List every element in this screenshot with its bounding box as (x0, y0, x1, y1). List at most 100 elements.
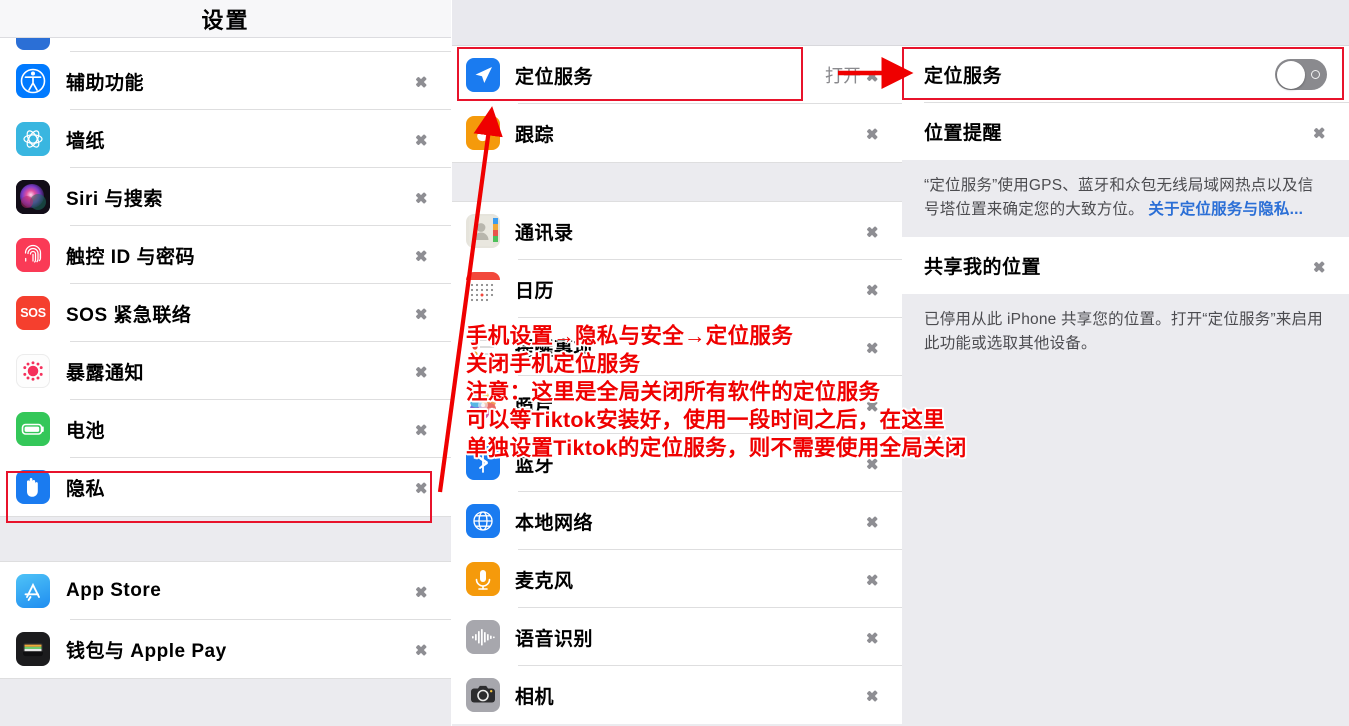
sidebar-item-label: 隐私 (66, 478, 106, 500)
middle-item-label: 相机 (515, 686, 555, 708)
annotation-line-1: 手机设置→隐私与安全→定位服务 (466, 324, 794, 348)
chevron-right-icon (416, 580, 429, 602)
accessibility-icon (16, 64, 50, 98)
sidebar-item-accessibility[interactable]: 辅助功能 (0, 52, 451, 110)
right-header-band (902, 0, 1349, 46)
sidebar-item-label: 触控 ID 与密码 (66, 246, 196, 268)
sidebar-item-label: Siri 与搜索 (66, 188, 163, 210)
about-location-privacy-link[interactable]: 关于定位服务与隐私... (1148, 201, 1303, 218)
sidebar-item-wallpaper[interactable]: 墙纸 (0, 110, 451, 168)
battery-icon (16, 412, 50, 446)
middle-item-label: 通讯录 (515, 222, 574, 244)
middle-group-1: 定位服务 打开 跟踪 (452, 46, 902, 162)
sidebar-partial-row[interactable] (0, 38, 451, 52)
sidebar-section-gap (0, 516, 451, 562)
speech-recognition-icon (466, 620, 500, 654)
chevron-right-icon (867, 626, 880, 648)
privacy-hand-icon (16, 470, 50, 504)
middle-item-microphone[interactable]: 麦克风 (452, 550, 902, 608)
middle-item-camera[interactable]: 相机 (452, 666, 902, 724)
chevron-right-icon (416, 302, 429, 324)
sidebar-item-label: 暴露通知 (66, 362, 145, 384)
sidebar-item-privacy[interactable]: 隐私 (0, 458, 451, 516)
location-services-row[interactable]: 定位服务 (902, 46, 1349, 103)
chevron-right-icon (416, 128, 429, 150)
local-network-icon (466, 504, 500, 538)
siri-icon (16, 180, 50, 214)
chevron-right-icon (867, 684, 880, 706)
chevron-right-icon (416, 186, 429, 208)
annotation-line-2: 关闭手机定位服务 (466, 352, 641, 376)
sidebar-item-exposure-notification[interactable]: 暴露通知 (0, 342, 451, 400)
sidebar-item-label: 电池 (66, 420, 106, 442)
chevron-right-icon (416, 638, 429, 660)
exposure-notification-icon (16, 354, 50, 388)
chevron-right-icon (1314, 121, 1327, 143)
tracking-icon (466, 116, 500, 150)
middle-item-tracking[interactable]: 跟踪 (452, 104, 902, 162)
middle-item-contacts[interactable]: 通讯录 (452, 202, 902, 260)
annotation-instructions: 手机设置→隐私与安全→定位服务 关闭手机定位服务 注意：这里是全局关闭所有软件的… (466, 322, 1166, 462)
wallpaper-icon (16, 122, 50, 156)
calendar-icon (466, 272, 500, 306)
sidebar-item-wallet-apple-pay[interactable]: 钱包与 Apple Pay (0, 620, 451, 678)
location-alerts-row[interactable]: 位置提醒 (902, 103, 1349, 160)
sidebar-group-1: 辅助功能 墙纸 Siri 与搜索 触控 ID 与密码 SOS SOS 紧急联络 … (0, 52, 451, 516)
annotation-line-5: 单独设置Tiktok的定位服务，则不需要使用全局关闭 (466, 436, 967, 460)
chevron-right-icon (867, 64, 880, 86)
location-alerts-label: 位置提醒 (924, 123, 1003, 144)
middle-header-band (452, 0, 902, 46)
middle-item-calendar[interactable]: 日历 (452, 260, 902, 318)
sidebar-item-sos[interactable]: SOS SOS 紧急联络 (0, 284, 451, 342)
toggle-knob (1276, 60, 1305, 89)
sidebar-item-label: SOS 紧急联络 (66, 304, 192, 326)
chevron-right-icon (867, 220, 880, 242)
middle-item-speech-recognition[interactable]: 语音识别 (452, 608, 902, 666)
middle-item-label: 本地网络 (515, 512, 594, 534)
location-services-status: 打开 (825, 66, 861, 86)
partial-row-icon (16, 38, 50, 50)
microphone-icon (466, 562, 500, 596)
chevron-right-icon (416, 476, 429, 498)
chevron-right-icon (867, 278, 880, 300)
sidebar-group-2: App Store 钱包与 Apple Pay (0, 562, 451, 678)
page-title: 设置 (201, 7, 250, 33)
screenshot-root: 设置 辅助功能 墙纸 Siri 与搜索 触控 ID 与密码 SOS SOS 紧急… (0, 0, 1349, 726)
middle-section-gap (452, 162, 902, 202)
chevron-right-icon (416, 418, 429, 440)
sidebar-item-siri-search[interactable]: Siri 与搜索 (0, 168, 451, 226)
chevron-right-icon (416, 360, 429, 382)
middle-item-location-services[interactable]: 定位服务 打开 (452, 46, 902, 104)
middle-item-label: 跟踪 (515, 124, 555, 146)
sidebar-item-label: 墙纸 (66, 130, 106, 152)
location-services-label: 定位服务 (924, 66, 1003, 87)
wallet-icon (16, 632, 50, 666)
middle-group-2: 通讯录 日历 提醒事项 照片 蓝牙 本地网络 麦克风 语音识别 相机 (452, 202, 902, 724)
location-services-description: “定位服务”使用GPS、蓝牙和众包无线局域网热点以及信号塔位置来确定您的大致方位… (902, 160, 1349, 238)
location-arrow-icon (466, 58, 500, 92)
annotation-line-4: 可以等Tiktok安装好，使用一段时间之后，在这里 (466, 408, 945, 432)
middle-item-local-network[interactable]: 本地网络 (452, 492, 902, 550)
appstore-icon (16, 574, 50, 608)
sos-icon: SOS (16, 296, 50, 330)
chevron-right-icon (416, 244, 429, 266)
sidebar-item-touchid-passcode[interactable]: 触控 ID 与密码 (0, 226, 451, 284)
sidebar-item-label: 钱包与 Apple Pay (66, 640, 227, 662)
annotation-line-3: 注意：这里是全局关闭所有软件的定位服务 (466, 380, 881, 404)
chevron-right-icon (416, 70, 429, 92)
sidebar-item-label: App Store (66, 580, 162, 601)
chevron-right-icon (867, 568, 880, 590)
location-services-toggle[interactable] (1275, 59, 1327, 90)
right-group-1: 定位服务 位置提醒 (902, 46, 1349, 160)
middle-item-label: 麦克风 (515, 570, 574, 592)
touchid-icon (16, 238, 50, 272)
sidebar-titlebar: 设置 (0, 0, 451, 38)
sidebar-item-app-store[interactable]: App Store (0, 562, 451, 620)
contacts-icon (466, 214, 500, 248)
chevron-right-icon (1314, 255, 1327, 277)
share-my-location-row[interactable]: 共享我的位置 (902, 237, 1349, 295)
sidebar-item-battery[interactable]: 电池 (0, 400, 451, 458)
chevron-right-icon (867, 510, 880, 532)
chevron-right-icon (867, 122, 880, 144)
middle-item-label: 日历 (515, 280, 555, 302)
